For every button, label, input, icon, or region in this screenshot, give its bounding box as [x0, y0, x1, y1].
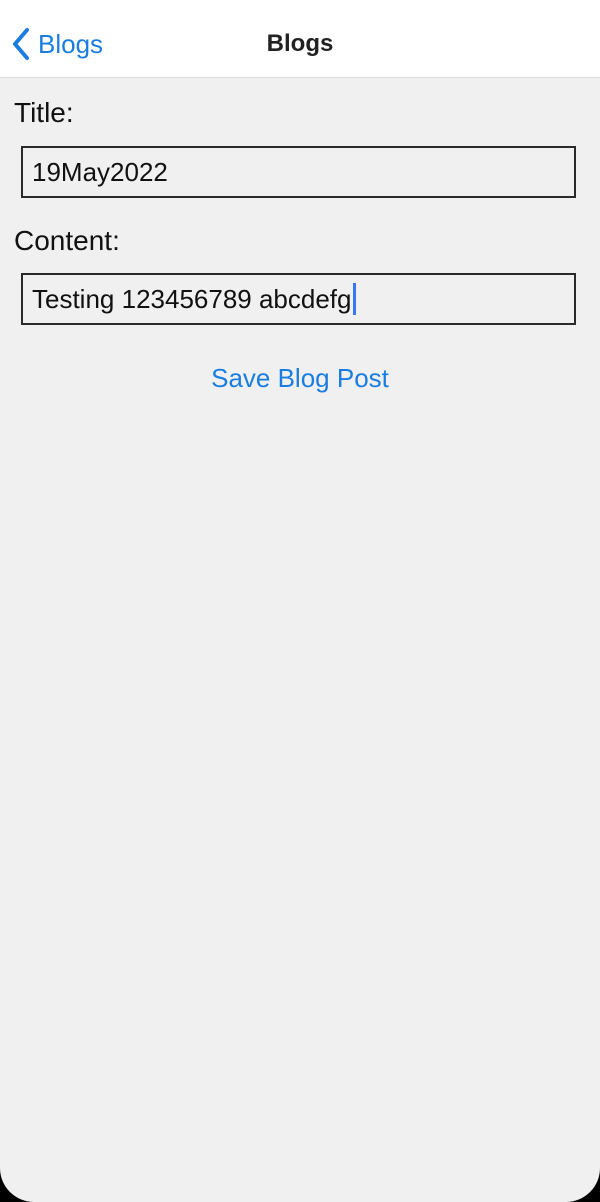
- content-label: Content:: [14, 225, 120, 256]
- back-button[interactable]: Blogs: [10, 24, 103, 64]
- chevron-left-icon: [10, 26, 32, 62]
- text-cursor: [352, 283, 356, 315]
- navigation-bar: Blogs Blogs: [0, 0, 600, 78]
- back-button-label: Blogs: [38, 29, 104, 59]
- content-field-value: Testing 123456789 abcdefg: [32, 284, 352, 314]
- content-field[interactable]: Testing 123456789 abcdefg: [21, 273, 576, 325]
- save-blog-post-button[interactable]: Save Blog Post: [0, 360, 600, 396]
- title-field[interactable]: 19May2022: [21, 146, 576, 198]
- title-field-value: 19May2022: [32, 157, 168, 187]
- title-label: Title:: [14, 97, 74, 128]
- blog-editor-screen: Blogs Blogs Title: 19May2022 Content: Te…: [0, 0, 600, 1202]
